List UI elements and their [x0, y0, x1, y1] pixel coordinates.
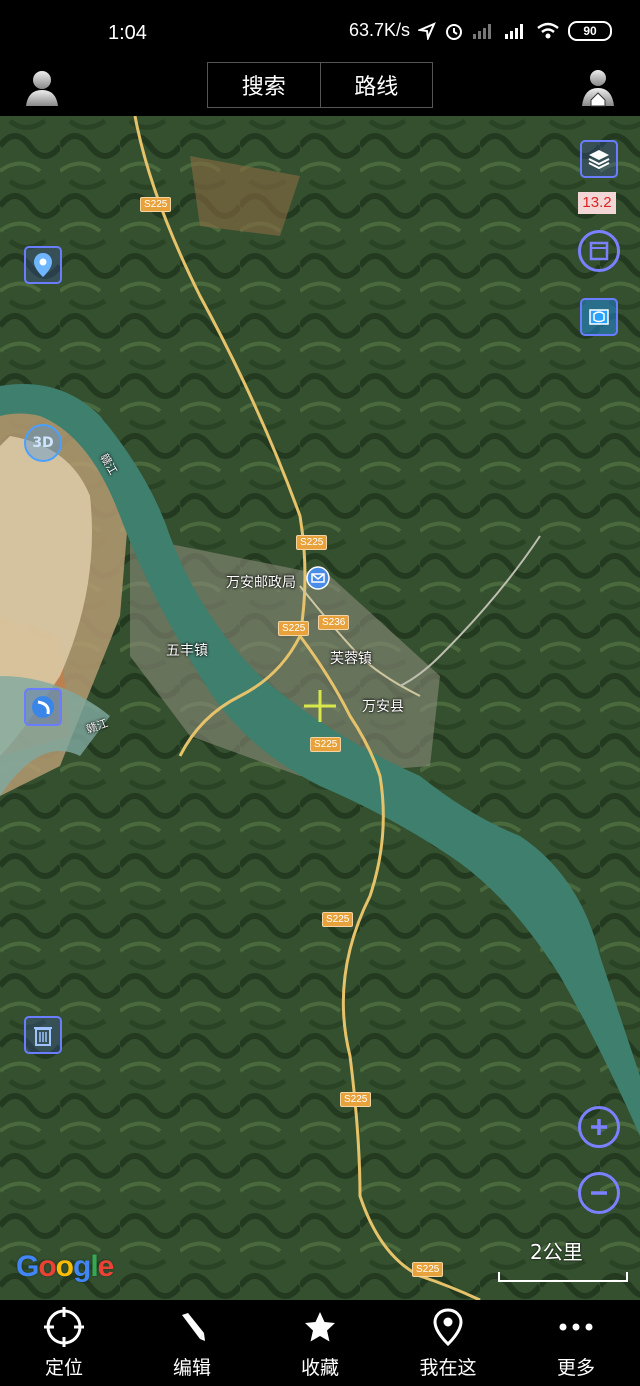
3d-label: 3D	[32, 435, 54, 451]
road-shield-s225: S225	[296, 535, 328, 550]
nav-more-label: 更多	[556, 1356, 595, 1379]
nav-favorites[interactable]: 收藏	[256, 1300, 384, 1386]
poi-marker-button[interactable]	[24, 246, 62, 284]
clear-button[interactable]	[24, 1016, 62, 1054]
nav-i-am-here-label: 我在这	[419, 1356, 477, 1379]
pin-icon	[433, 1307, 463, 1346]
road-shield-s225: S225	[340, 1092, 372, 1107]
road-shield-s225: S225	[140, 197, 172, 212]
road-shield-s225: S225	[278, 621, 310, 636]
compass-icon	[32, 696, 54, 718]
signal-hd-icon	[505, 23, 523, 39]
satellite-map[interactable]: 万安邮政局 五丰镇 芙蓉镇 万安县 赣江 赣江 S225 S225 S225 S…	[0, 116, 640, 1300]
search-route-toggle: 搜索 路线	[207, 62, 433, 108]
ruler-icon	[589, 309, 609, 325]
location-arrow-icon	[418, 21, 436, 40]
clock: 1:04	[108, 22, 147, 44]
signal-icon	[473, 23, 491, 39]
measure-button[interactable]	[580, 298, 618, 336]
wifi-icon	[537, 22, 559, 38]
bottom-nav: 定位 编辑 收藏 我在这 更多	[0, 1300, 640, 1386]
google-logo: Google	[16, 1250, 114, 1283]
route-tab[interactable]: 路线	[319, 63, 433, 107]
star-icon	[305, 1311, 335, 1341]
nav-i-am-here[interactable]: 我在这	[384, 1300, 512, 1386]
layers-icon	[588, 150, 610, 170]
place-label-post-office[interactable]: 万安邮政局	[226, 572, 296, 592]
3d-toggle-button[interactable]: 3D	[24, 424, 62, 462]
nav-edit[interactable]: 编辑	[128, 1300, 256, 1386]
map-imagery	[0, 116, 640, 1300]
top-bar: 搜索 路线	[0, 60, 640, 116]
status-bar: 1:04 63.7K/s 90	[0, 0, 640, 60]
frame-icon	[589, 241, 609, 261]
post-office-marker-icon[interactable]	[306, 566, 330, 590]
scale-label: 2公里	[530, 1240, 583, 1264]
zoom-level-badge: 13.2	[578, 192, 616, 214]
crosshair-icon	[44, 1306, 84, 1347]
user-avatar-icon[interactable]	[20, 66, 64, 110]
place-label-furong[interactable]: 芙蓉镇	[330, 648, 372, 668]
net-speed: 63.7K/s	[348, 20, 410, 40]
place-label-wanan[interactable]: 万安县	[362, 696, 404, 716]
layers-button[interactable]	[580, 140, 618, 178]
road-shield-s225: S225	[412, 1262, 444, 1277]
user-home-icon[interactable]	[576, 66, 620, 110]
status-icons: 63.7K/s 90	[349, 20, 612, 41]
location-pin-icon	[34, 253, 52, 277]
road-shield-s225: S225	[322, 912, 354, 927]
plus-icon	[591, 1119, 607, 1135]
search-tab[interactable]: 搜索	[208, 63, 320, 107]
nav-locate-label: 定位	[44, 1356, 83, 1379]
alarm-icon	[446, 23, 462, 40]
trash-icon	[34, 1027, 52, 1046]
nav-edit-label: 编辑	[172, 1356, 211, 1379]
scale-bar	[498, 1272, 628, 1282]
frame-button[interactable]	[578, 230, 620, 272]
nav-locate[interactable]: 定位	[0, 1300, 128, 1386]
battery-indicator: 90	[568, 20, 612, 41]
road-shield-s225: S225	[310, 737, 342, 752]
road-shield-s236: S236	[318, 615, 350, 630]
place-label-wufeng[interactable]: 五丰镇	[166, 640, 208, 660]
zoom-out-button[interactable]	[578, 1172, 620, 1214]
more-icon	[559, 1323, 593, 1330]
compass-button[interactable]	[24, 688, 62, 726]
nav-more[interactable]: 更多	[512, 1300, 640, 1386]
pencil-icon	[182, 1312, 205, 1341]
minus-icon	[591, 1191, 607, 1195]
nav-favorites-label: 收藏	[300, 1356, 339, 1379]
zoom-in-button[interactable]	[578, 1106, 620, 1148]
